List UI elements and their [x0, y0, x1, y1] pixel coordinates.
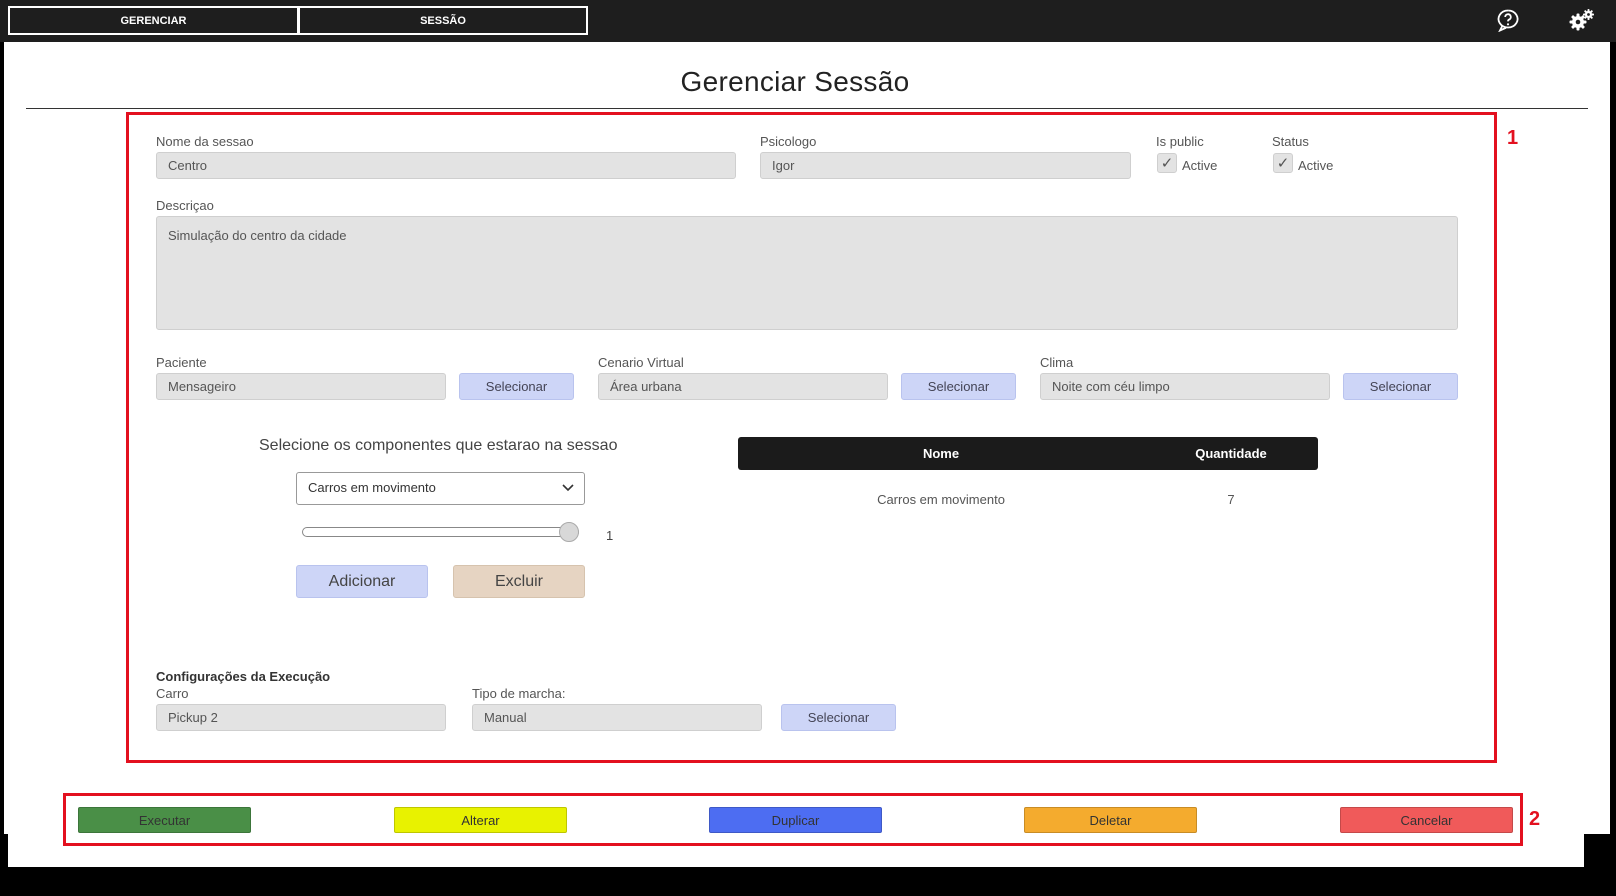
descricao-textarea[interactable]: Simulação do centro da cidade: [156, 216, 1458, 330]
paciente-field[interactable]: Mensageiro: [156, 373, 446, 400]
is-public-label: Is public: [1156, 134, 1204, 149]
quantity-slider-value: 1: [606, 528, 614, 543]
is-public-checkbox[interactable]: ✓: [1157, 153, 1177, 173]
psicologo-field[interactable]: Igor: [760, 152, 1131, 179]
bottom-strip: [0, 867, 1616, 896]
table-header-nome: Nome: [922, 446, 960, 461]
components-table-header: Nome Quantidade: [738, 437, 1318, 470]
descricao-label: Descriçao: [156, 198, 214, 213]
page-title: Gerenciar Sessão: [680, 66, 910, 97]
psicologo-label: Psicologo: [760, 134, 817, 149]
chevron-down-icon: [562, 481, 574, 495]
add-component-button[interactable]: Adicionar: [296, 565, 428, 598]
duplicar-button[interactable]: Duplicar: [709, 807, 882, 833]
top-bar: GERENCIAR SESSÃO: [0, 0, 1616, 42]
nome-label: Nome da sessao: [156, 134, 254, 149]
clima-select-button[interactable]: Selecionar: [1343, 373, 1458, 400]
carro-label: Carro: [156, 686, 189, 701]
nome-field[interactable]: Centro: [156, 152, 736, 179]
table-cell-quantidade: 7: [1227, 492, 1235, 507]
help-icon[interactable]: [1496, 8, 1520, 33]
is-public-check-label: Active: [1182, 158, 1218, 173]
checkmark-icon: ✓: [1160, 155, 1174, 172]
table-row[interactable]: Carros em movimento 7: [738, 484, 1318, 508]
status-label: Status: [1272, 134, 1309, 149]
quantity-slider-handle[interactable]: [559, 522, 579, 542]
tab-sessao[interactable]: SESSÃO: [298, 6, 588, 35]
marcha-field[interactable]: Manual: [472, 704, 762, 731]
carro-field[interactable]: Pickup 2: [156, 704, 446, 731]
alterar-button[interactable]: Alterar: [394, 807, 567, 833]
clima-label: Clima: [1040, 355, 1074, 370]
cenario-select-button[interactable]: Selecionar: [901, 373, 1016, 400]
deletar-button[interactable]: Deletar: [1024, 807, 1197, 833]
tab-gerenciar[interactable]: GERENCIAR: [8, 6, 299, 35]
cenario-label: Cenario Virtual: [598, 355, 684, 370]
paciente-select-button[interactable]: Selecionar: [459, 373, 574, 400]
status-check-label: Active: [1298, 158, 1334, 173]
cancelar-button[interactable]: Cancelar: [1340, 807, 1513, 833]
execution-heading: Configurações da Execução: [156, 669, 331, 684]
quantity-slider-track[interactable]: [302, 527, 579, 537]
table-header-quantidade: Quantidade: [1195, 446, 1267, 461]
highlight-label-2: 2: [1529, 808, 1541, 830]
marcha-select-button[interactable]: Selecionar: [781, 704, 896, 731]
remove-component-button[interactable]: Excluir: [453, 565, 585, 598]
status-checkbox[interactable]: ✓: [1273, 153, 1293, 173]
bottom-left-corner: [0, 834, 8, 896]
highlight-label-1: 1: [1507, 127, 1519, 149]
table-cell-nome: Carros em movimento: [877, 492, 1005, 507]
bottom-right-corner: [1584, 834, 1616, 896]
components-dropdown-value: Carros em movimento: [308, 480, 436, 495]
executar-button[interactable]: Executar: [78, 807, 251, 833]
clima-field[interactable]: Noite com céu limpo: [1040, 373, 1330, 400]
cenario-field[interactable]: Área urbana: [598, 373, 888, 400]
components-dropdown[interactable]: Carros em movimento: [296, 472, 585, 505]
paciente-label: Paciente: [156, 355, 207, 370]
components-heading: Selecione os componentes que estarao na …: [259, 437, 618, 454]
gears-icon[interactable]: [1569, 8, 1594, 32]
checkmark-icon: ✓: [1276, 155, 1290, 172]
title-divider: [26, 108, 1588, 109]
marcha-label: Tipo de marcha:: [472, 686, 566, 701]
